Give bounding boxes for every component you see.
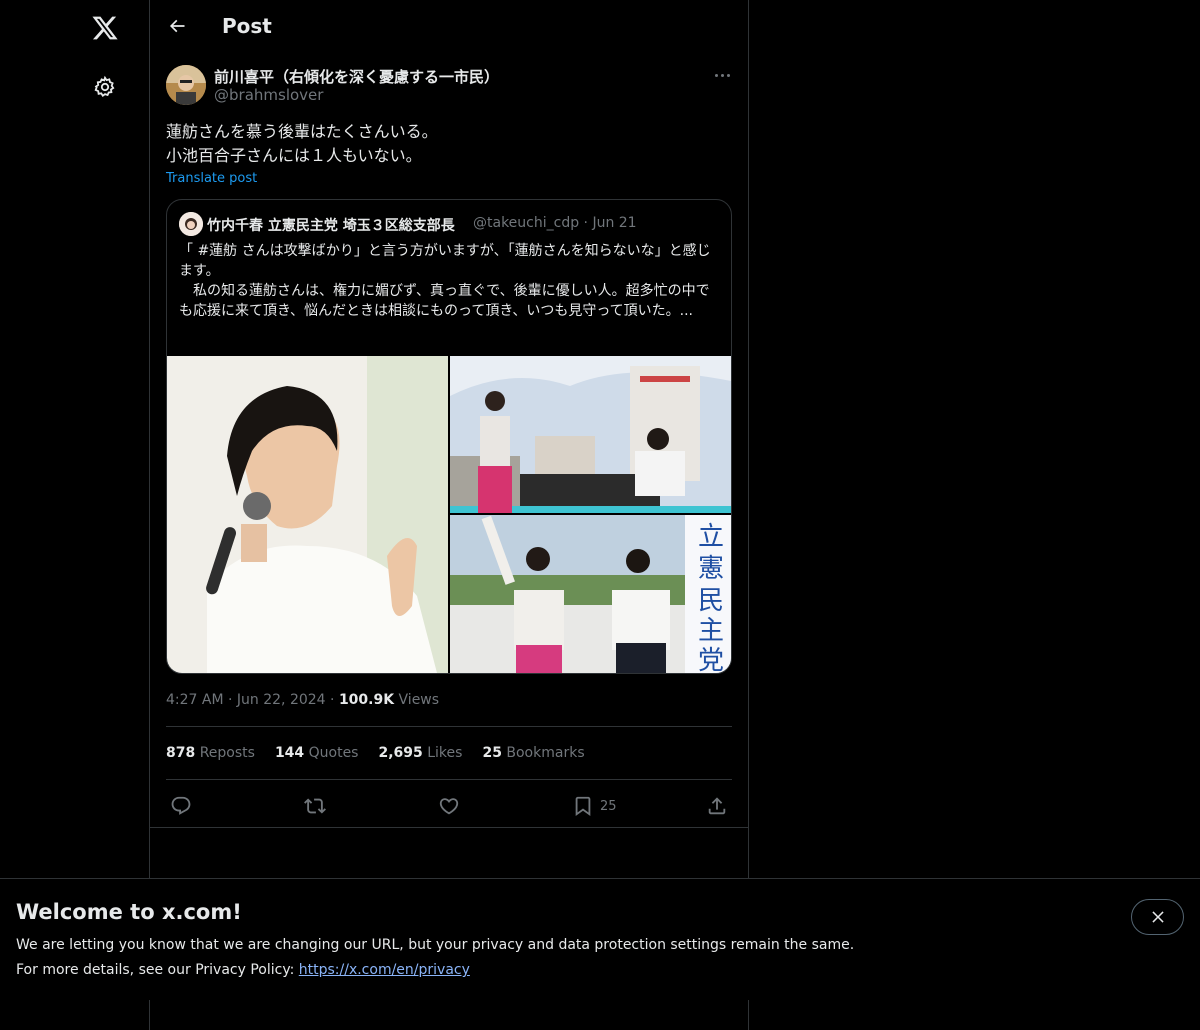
quote-image-2[interactable] xyxy=(450,356,731,513)
quote-avatar xyxy=(179,212,203,236)
quote-date: Jun 21 xyxy=(592,215,637,231)
bookmark-icon[interactable]: 25 xyxy=(572,793,617,819)
reposts-count: 878 xyxy=(166,745,196,761)
quote-author-handle: @takeuchi_cdp xyxy=(473,215,580,231)
heart-icon[interactable] xyxy=(438,793,460,819)
post-text-line: 蓮舫さんを慕う後輩はたくさんいる。 xyxy=(166,122,438,141)
banner-title: Welcome to x.com! xyxy=(16,900,242,924)
privacy-link[interactable]: https://x.com/en/privacy xyxy=(299,962,470,978)
likes-count: 2,695 xyxy=(378,745,423,761)
left-nav xyxy=(0,0,150,1030)
views-label: Views xyxy=(398,692,440,708)
quotes-count: 144 xyxy=(274,745,305,761)
author-handle[interactable]: @brahmslover xyxy=(214,86,323,104)
reposts-stat[interactable]: 878 Reposts xyxy=(166,745,255,761)
main-column: Post 前川喜平（右傾化を深く憂慮する一市民） @brahmslover 蓮舫… xyxy=(149,0,749,1030)
translate-link[interactable]: Translate post xyxy=(166,171,257,186)
top-bar: Post xyxy=(150,0,748,54)
likes-label: Likes xyxy=(427,745,463,761)
close-icon[interactable] xyxy=(1131,899,1184,935)
post-meta: 4:27 AM · Jun 22, 2024 · 100.9K Views xyxy=(166,692,440,708)
quotes-stat[interactable]: 144 Quotes xyxy=(275,745,359,761)
divider xyxy=(166,779,732,780)
bookmark-action-count: 25 xyxy=(600,798,617,814)
banner-text: We are letting you know that we are chan… xyxy=(16,937,855,953)
quote-image-3[interactable]: 立 憲 民 主 党 xyxy=(450,515,731,673)
quote-image-1[interactable] xyxy=(167,356,448,673)
post-time[interactable]: 4:27 AM xyxy=(166,692,224,708)
page-title: Post xyxy=(222,14,272,38)
likes-stat[interactable]: 2,695 Likes xyxy=(378,745,462,761)
svg-text:民: 民 xyxy=(698,586,724,616)
more-horizontal-icon[interactable] xyxy=(712,70,732,80)
quote-author-meta: @takeuchi_cdp · Jun 21 xyxy=(473,215,637,231)
welcome-banner: Welcome to x.com! We are letting you kno… xyxy=(0,878,1200,1000)
quote-text: 「 #蓮舫 さんは攻撃ばかり」と言う方がいますが、「蓮舫さんを知らないな」と感じ… xyxy=(179,243,711,319)
bookmarks-stat[interactable]: 25 Bookmarks xyxy=(482,745,584,761)
action-bar: 25 xyxy=(166,793,732,819)
divider xyxy=(150,827,748,828)
post-date[interactable]: Jun 22, 2024 xyxy=(237,692,326,708)
svg-text:憲: 憲 xyxy=(698,554,724,584)
quotes-label: Quotes xyxy=(308,745,359,761)
post-stats: 878 Reposts 144 Quotes 2,695 Likes 25 Bo… xyxy=(166,745,585,761)
reply-icon[interactable] xyxy=(170,793,192,819)
svg-text:立: 立 xyxy=(698,522,724,552)
banner-privacy-line: For more details, see our Privacy Policy… xyxy=(16,962,470,978)
svg-text:党: 党 xyxy=(698,646,724,673)
share-icon[interactable] xyxy=(706,793,728,819)
author-name[interactable]: 前川喜平（右傾化を深く憂慮する一市民） xyxy=(214,66,499,87)
avatar[interactable] xyxy=(166,65,206,105)
quote-media: 立 憲 民 主 党 xyxy=(167,356,731,673)
divider xyxy=(166,726,732,727)
arrow-left-icon[interactable] xyxy=(166,15,188,37)
banner-privacy-prefix: For more details, see our Privacy Policy… xyxy=(16,962,299,978)
svg-text:主: 主 xyxy=(698,616,724,646)
quoted-post[interactable]: 竹内千春 立憲民主党 埼玉３区総支部長 @takeuchi_cdp · Jun … xyxy=(166,199,732,674)
bookmarks-count: 25 xyxy=(482,745,502,761)
repost-icon[interactable] xyxy=(304,793,326,819)
gear-icon[interactable] xyxy=(91,73,119,101)
views-count: 100.9K xyxy=(338,692,395,708)
reposts-label: Reposts xyxy=(199,745,255,761)
x-logo-icon[interactable] xyxy=(89,12,121,44)
post-text: 蓮舫さんを慕う後輩はたくさんいる。 小池百合子さんには１人もいない。 xyxy=(166,120,438,168)
post-text-line: 小池百合子さんには１人もいない。 xyxy=(166,146,422,165)
bookmarks-label: Bookmarks xyxy=(506,745,585,761)
quote-author-name: 竹内千春 立憲民主党 埼玉３区総支部長 xyxy=(207,218,455,234)
